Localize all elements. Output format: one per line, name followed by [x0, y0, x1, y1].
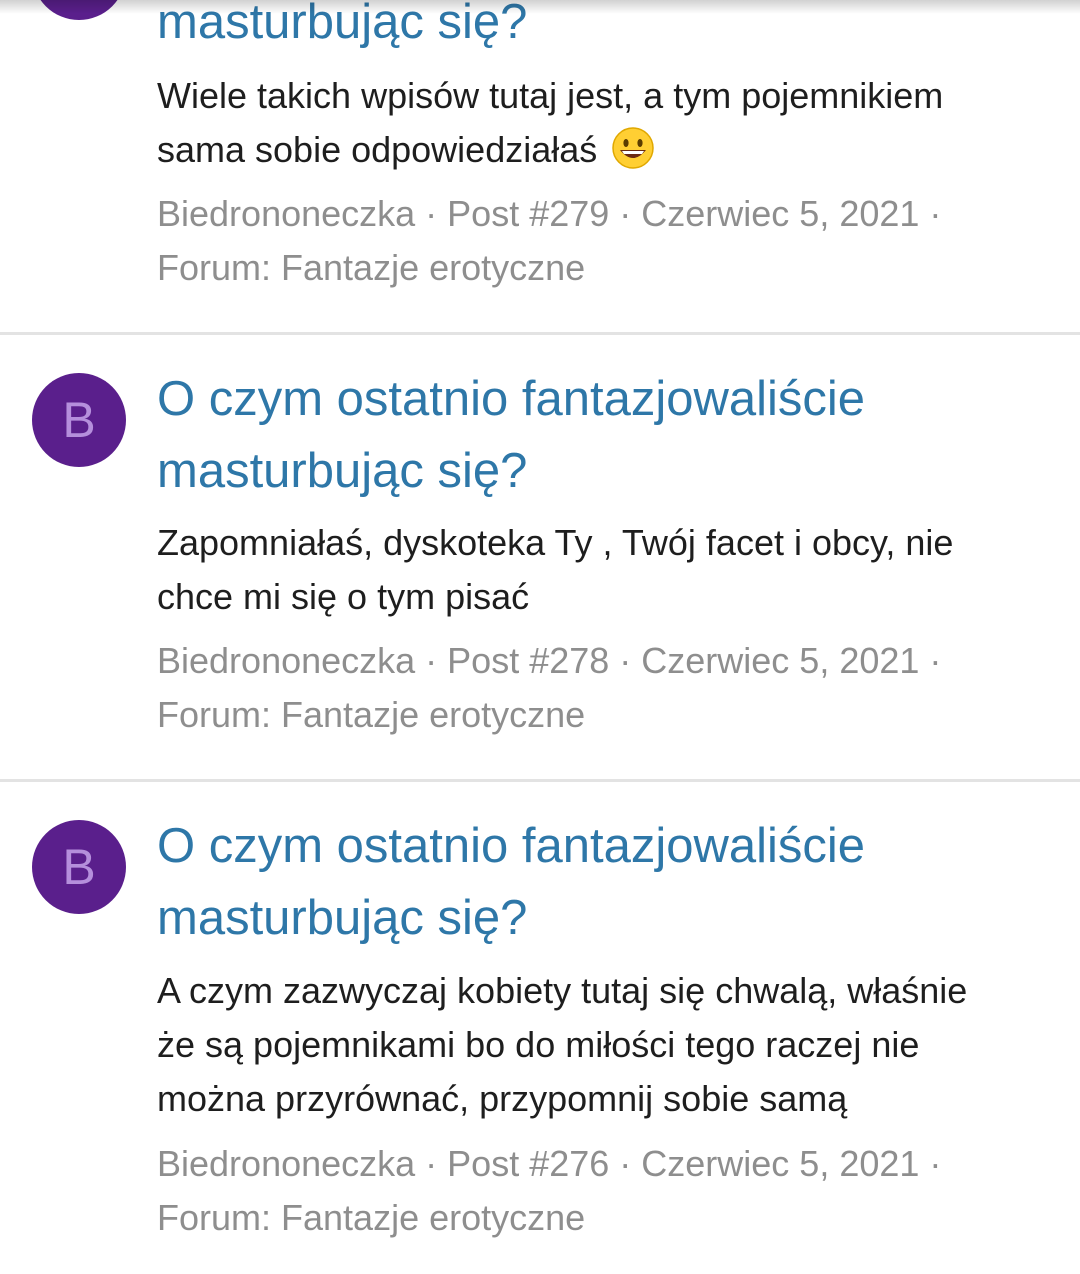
- result-title-link[interactable]: O czym ostatnio fantazjowaliście masturb…: [157, 363, 1057, 507]
- result-title-line: O czym ostatnio fantazjowaliście: [157, 819, 866, 873]
- forum-link[interactable]: Forum: Fantazje erotyczne: [157, 694, 585, 735]
- result-item[interactable]: B O czym ostatnio fantazjowaliście mastu…: [0, 335, 1080, 780]
- snippet-line: że są pojemnikami bo do miłości tego rac…: [157, 1024, 920, 1065]
- top-bar-shadow: [0, 0, 1080, 14]
- snippet-line: sama sobie odpowiedziałaś: [157, 129, 598, 170]
- snippet-line: A czym zazwyczaj kobiety tutaj się chwal…: [157, 970, 968, 1011]
- result-meta: Biedrononeczka · Post #276 · Czerwiec 5,…: [157, 1137, 1057, 1245]
- result-title-line: masturbując się?: [157, 444, 528, 498]
- result-meta: Biedrononeczka · Post #279 · Czerwiec 5,…: [157, 187, 1057, 295]
- result-title-line: O czym ostatnio fantazjowaliście: [157, 372, 866, 426]
- snippet-line: chce mi się o tym pisać: [157, 576, 530, 617]
- result-item[interactable]: B masturbując się? Wiele takich wpisów t…: [0, 0, 1080, 334]
- avatar[interactable]: B: [32, 373, 126, 467]
- grinning-face-icon: [612, 127, 655, 169]
- forum-link[interactable]: Forum: Fantazje erotyczne: [157, 247, 585, 288]
- forum-link[interactable]: Forum: Fantazje erotyczne: [157, 1197, 585, 1238]
- meta-line: Biedrononeczka · Post #276 · Czerwiec 5,…: [157, 1143, 942, 1184]
- result-snippet: A czym zazwyczaj kobiety tutaj się chwal…: [157, 964, 1057, 1126]
- result-title-line: masturbując się?: [157, 891, 528, 945]
- result-snippet: Wiele takich wpisów tutaj jest, a tym po…: [157, 69, 1057, 177]
- result-snippet: Zapomniałaś, dyskoteka Ty , Twój facet i…: [157, 516, 1057, 624]
- search-results-page: B masturbując się? Wiele takich wpisów t…: [0, 0, 1080, 1274]
- meta-line: Biedrononeczka · Post #279 · Czerwiec 5,…: [157, 193, 942, 234]
- avatar-letter: B: [62, 392, 96, 448]
- result-item[interactable]: B O czym ostatnio fantazjowaliście mastu…: [0, 782, 1080, 1274]
- snippet-line: Wiele takich wpisów tutaj jest, a tym po…: [157, 75, 944, 116]
- snippet-line: można przyrównać, przypomnij sobie samą: [157, 1078, 848, 1119]
- result-title-link[interactable]: O czym ostatnio fantazjowaliście masturb…: [157, 810, 1057, 954]
- avatar-letter: B: [62, 839, 96, 895]
- result-meta: Biedrononeczka · Post #278 · Czerwiec 5,…: [157, 634, 1057, 742]
- snippet-line: Zapomniałaś, dyskoteka Ty , Twój facet i…: [157, 522, 954, 563]
- avatar[interactable]: B: [32, 820, 126, 914]
- meta-line: Biedrononeczka · Post #278 · Czerwiec 5,…: [157, 640, 942, 681]
